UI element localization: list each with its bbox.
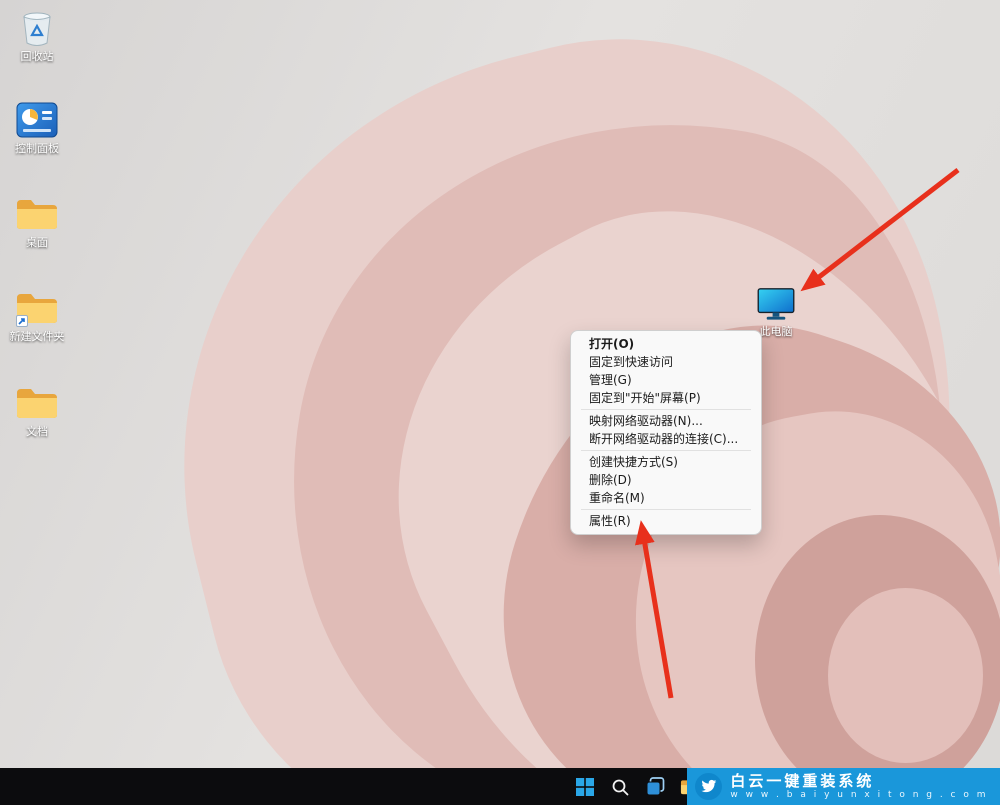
control-panel-icon bbox=[15, 100, 59, 140]
folder-icon bbox=[15, 194, 59, 234]
desktop-icon-label: 此电脑 bbox=[760, 326, 793, 338]
menu-item-pin-to-start[interactable]: 固定到"开始"屏幕(P) bbox=[571, 389, 761, 407]
desktop-icon-label: 文档 bbox=[26, 426, 48, 438]
task-view-button[interactable] bbox=[642, 774, 668, 800]
desktop-icon-label: 控制面板 bbox=[15, 143, 59, 155]
search-button[interactable] bbox=[607, 774, 633, 800]
menu-separator bbox=[581, 409, 751, 410]
start-icon bbox=[576, 778, 594, 796]
desktop-wallpaper bbox=[0, 0, 1000, 805]
desktop-icon-recycle-bin[interactable]: 回收站 bbox=[6, 8, 68, 63]
recycle-bin-icon bbox=[15, 8, 59, 48]
shortcut-arrow-icon bbox=[16, 315, 28, 327]
watermark: 白云一键重装系统 w w w . b a i y u n x i t o n g… bbox=[687, 768, 1000, 805]
desktop-icon-documents-folder[interactable]: 文档 bbox=[6, 383, 68, 438]
desktop-icon-label: 回收站 bbox=[21, 51, 54, 63]
wallpaper-petal bbox=[96, 0, 1000, 805]
menu-item-delete[interactable]: 删除(D) bbox=[571, 471, 761, 489]
wallpaper-petal bbox=[828, 588, 983, 763]
menu-separator bbox=[581, 509, 751, 510]
desktop-icon-shortcut-folder[interactable]: 新建文件夹 bbox=[6, 288, 68, 343]
menu-separator bbox=[581, 450, 751, 451]
folder-icon bbox=[15, 383, 59, 423]
menu-item-rename[interactable]: 重命名(M) bbox=[571, 489, 761, 507]
watermark-title: 白云一键重装系统 bbox=[730, 773, 988, 790]
menu-item-manage[interactable]: 管理(G) bbox=[571, 371, 761, 389]
menu-item-properties[interactable]: 属性(R) bbox=[571, 512, 761, 530]
desktop-icon-desktop-folder[interactable]: 桌面 bbox=[6, 194, 68, 249]
start-button[interactable] bbox=[572, 774, 598, 800]
this-pc-icon bbox=[754, 284, 798, 324]
context-menu: 打开(O) 固定到快速访问 管理(G) 固定到"开始"屏幕(P) 映射网络驱动器… bbox=[570, 330, 762, 535]
menu-item-open[interactable]: 打开(O) bbox=[571, 335, 761, 353]
taskbar: 白云一键重装系统 w w w . b a i y u n x i t o n g… bbox=[0, 768, 1000, 805]
desktop-icon-label: 新建文件夹 bbox=[10, 331, 65, 343]
task-view-icon bbox=[646, 777, 665, 796]
folder-shortcut-icon bbox=[15, 288, 59, 328]
twitter-bird-icon bbox=[695, 773, 722, 800]
desktop-icon-control-panel[interactable]: 控制面板 bbox=[6, 100, 68, 155]
watermark-url: w w w . b a i y u n x i t o n g . c o m bbox=[730, 790, 988, 801]
search-icon bbox=[611, 778, 629, 796]
wallpaper-petal bbox=[755, 515, 1000, 805]
menu-item-create-shortcut[interactable]: 创建快捷方式(S) bbox=[571, 453, 761, 471]
desktop-icon-label: 桌面 bbox=[26, 237, 48, 249]
menu-item-disconnect-network-drive[interactable]: 断开网络驱动器的连接(C)... bbox=[571, 430, 761, 448]
menu-item-pin-quick-access[interactable]: 固定到快速访问 bbox=[571, 353, 761, 371]
menu-item-map-network-drive[interactable]: 映射网络驱动器(N)... bbox=[571, 412, 761, 430]
watermark-text: 白云一键重装系统 w w w . b a i y u n x i t o n g… bbox=[730, 773, 988, 801]
